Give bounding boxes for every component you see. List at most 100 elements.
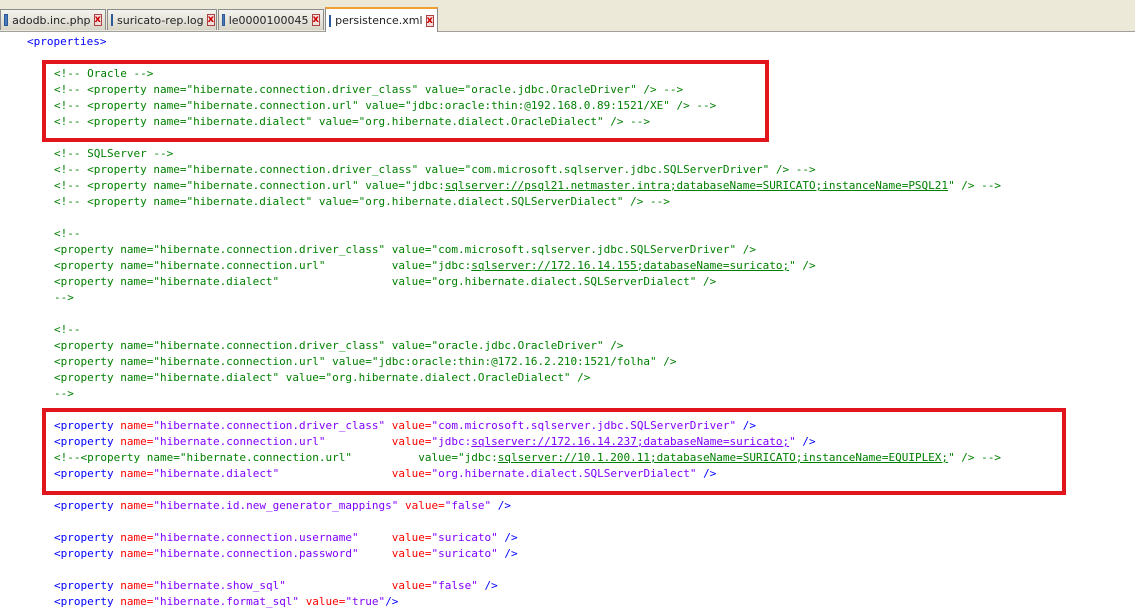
log-file-icon [111, 14, 113, 26]
code-line: <property name="hibernate.connection.url… [54, 355, 677, 368]
code-line: <!-- <property name="hibernate.connectio… [54, 83, 684, 96]
code-attr: value= [391, 579, 432, 592]
code-line: <property name="hibernate.connection.url… [54, 434, 816, 450]
tab-persistence-xml[interactable]: persistence.xml x [325, 7, 438, 32]
code-line: <!-- <property name="hibernate.connectio… [54, 99, 717, 112]
code-tag: <property [54, 595, 114, 608]
code-line: <!-- <property name="hibernate.dialect" … [54, 115, 651, 128]
file-icon [222, 14, 225, 26]
code-text: <property name="hibernate.connection.url… [54, 259, 472, 272]
code-text: " /> --> [948, 451, 1002, 464]
code-value: "org.hibernate.dialect.SQLServerDialect" [431, 467, 697, 480]
code-tag: <property [54, 547, 114, 560]
code-tag: /> [504, 547, 518, 560]
code-attr: value= [405, 499, 445, 512]
code-tag: /> [497, 499, 512, 512]
code-line: <property name="hibernate.id.new_generat… [54, 498, 511, 514]
tab-adodb[interactable]: adodb.inc.php x [0, 9, 106, 30]
code-line: <!-- <property name="hibernate.connectio… [54, 178, 1001, 194]
url-link[interactable]: sqlserver://172.16.14.237;databaseName=s… [471, 435, 789, 448]
code-tag: <property [54, 531, 114, 544]
code-attr: name= [120, 595, 154, 608]
code-line: <properties> [27, 34, 106, 50]
code-value: "false" [431, 579, 478, 592]
code-attr: name= [120, 419, 154, 432]
code-line: <property name="hibernate.show_sql" valu… [54, 578, 498, 594]
code-attr: value= [391, 547, 432, 560]
code-tag: <property [54, 579, 114, 592]
code-line: <property name="hibernate.dialect" value… [54, 466, 716, 482]
code-value: "com.microsoft.sqlserver.jdbc.SQLServerD… [431, 419, 737, 432]
code-text: " /> --> [948, 179, 1002, 192]
code-line: <property name="hibernate.connection.dri… [54, 418, 756, 434]
code-line: <property name="hibernate.connection.use… [54, 530, 518, 546]
tab-label: adodb.inc.php [12, 13, 91, 27]
xml-file-icon [329, 14, 332, 27]
code-attr: value= [391, 531, 432, 544]
code-tag: /> [504, 531, 518, 544]
code-line: <property name="hibernate.connection.dri… [54, 243, 756, 256]
code-line: <!--<property name="hibernate.connection… [54, 450, 1001, 466]
code-tag: /> [385, 595, 399, 608]
code-value: "hibernate.dialect" [153, 467, 280, 480]
code-value: "hibernate.format_sql" [153, 595, 300, 608]
code-value: "hibernate.connection.username" [153, 531, 359, 544]
code-value: "hibernate.connection.password" [153, 547, 359, 560]
code-line: <!-- Oracle --> [54, 67, 154, 80]
code-value: "hibernate.connection.driver_class" [153, 419, 386, 432]
code-line: <!-- [54, 227, 81, 240]
code-value: "jdbc: [431, 435, 472, 448]
code-text: <!-- <property name="hibernate.connectio… [54, 179, 445, 192]
tab-suricato-rep-log[interactable]: suricato-rep.log x [107, 9, 217, 30]
code-attr: value= [391, 419, 432, 432]
code-value: "suricato" [431, 531, 498, 544]
close-icon[interactable]: x [93, 14, 102, 26]
code-attr: name= [120, 435, 154, 448]
code-value: "hibernate.connection.url" [153, 435, 326, 448]
code-tag: /> [802, 435, 816, 448]
code-text: <!--<property name="hibernate.connection… [54, 451, 498, 464]
code-tag: <property [54, 419, 114, 432]
code-attr: value= [391, 467, 432, 480]
code-tag: <property [54, 467, 114, 480]
close-icon[interactable]: x [425, 14, 434, 27]
code-line: <property name="hibernate.connection.url… [54, 258, 816, 274]
code-tag: <property [54, 499, 114, 512]
url-link[interactable]: sqlserver://psql21.netmaster.intra;datab… [445, 179, 948, 192]
tab-le0000100045[interactable]: le0000100045 x [218, 9, 324, 30]
close-icon[interactable]: x [311, 14, 320, 26]
code-line: <property name="hibernate.connection.pas… [54, 546, 518, 562]
code-tag: /> [742, 419, 757, 432]
url-link[interactable]: sqlserver://10.1.200.11;databaseName=SUR… [498, 451, 948, 464]
code-value: "hibernate.id.new_generator_mappings" [153, 499, 399, 512]
url-link[interactable]: sqlserver://172.16.14.155;databaseName=s… [471, 259, 789, 272]
tab-label: suricato-rep.log [117, 13, 204, 27]
code-line: <property name="hibernate.connection.dri… [54, 339, 624, 352]
code-attr: name= [120, 531, 154, 544]
code-line: <!-- [54, 323, 81, 336]
code-attr: name= [120, 499, 154, 512]
code-text: " /> [789, 259, 816, 272]
code-tag: /> [703, 467, 717, 480]
code-line: --> [54, 387, 74, 400]
code-value: " [789, 435, 796, 448]
properties-open-tag: <properties> [27, 35, 107, 48]
code-value: "hibernate.show_sql" [153, 579, 286, 592]
code-line: <!-- <property name="hibernate.dialect" … [54, 195, 670, 208]
tab-label: persistence.xml [335, 14, 423, 27]
code-attr: value= [391, 435, 432, 448]
code-attr: value= [305, 595, 346, 608]
php-file-icon [4, 14, 9, 26]
code-line: --> [54, 291, 74, 304]
code-line: <property name="hibernate.dialect" value… [54, 371, 591, 384]
close-icon[interactable]: x [206, 14, 216, 26]
code-editor[interactable]: <properties> <!-- Oracle --> <!-- <prope… [0, 32, 1135, 614]
tab-bar: adodb.inc.php x suricato-rep.log x le000… [0, 0, 1135, 32]
code-value: "true" [345, 595, 386, 608]
code-line: <!-- SQLServer --> [54, 147, 174, 160]
code-line: <!-- <property name="hibernate.connectio… [54, 163, 816, 176]
code-attr: name= [120, 579, 154, 592]
code-attr: name= [120, 547, 154, 560]
tab-label: le0000100045 [228, 13, 309, 27]
code-tag: /> [484, 579, 498, 592]
